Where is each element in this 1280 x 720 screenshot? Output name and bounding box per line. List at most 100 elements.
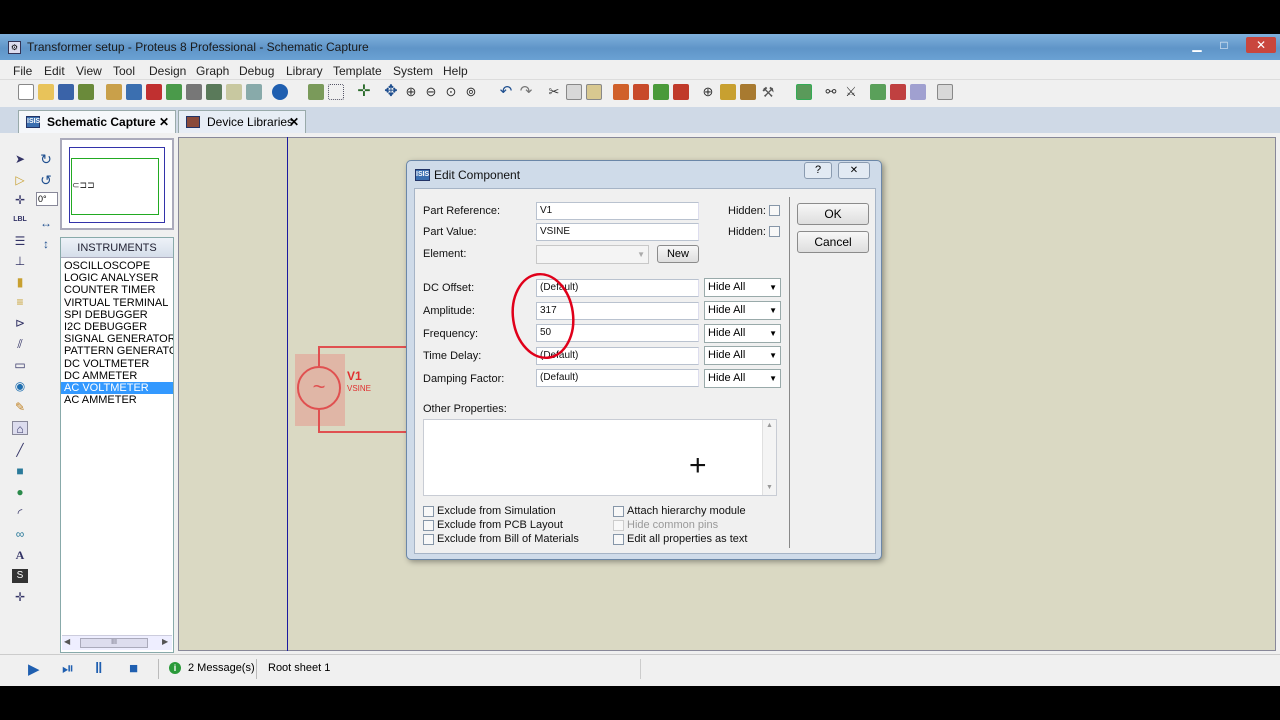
sine-source-icon[interactable]: ~ — [297, 366, 341, 410]
subcircuit-icon[interactable]: ▮ — [12, 275, 28, 289]
make-device-icon[interactable] — [720, 84, 736, 100]
menu-graph[interactable]: Graph — [196, 64, 229, 78]
gerber-icon[interactable] — [166, 84, 182, 100]
hidden-reference-checkbox[interactable] — [769, 205, 780, 216]
pcb-icon[interactable] — [146, 84, 162, 100]
circle-icon[interactable]: ● — [12, 485, 28, 499]
menu-system[interactable]: System — [393, 64, 433, 78]
close-tab-icon[interactable]: ✕ — [289, 115, 299, 129]
list-item[interactable]: VIRTUAL TERMINAL — [61, 297, 173, 309]
frequency-visibility-dropdown[interactable]: Hide All ▼ — [704, 324, 781, 343]
list-item-selected[interactable]: AC VOLTMETER — [61, 381, 173, 395]
scroll-up-icon[interactable]: ▲ — [766, 422, 773, 429]
packaging-icon[interactable] — [740, 84, 756, 100]
bom-icon[interactable] — [206, 84, 222, 100]
home-icon[interactable] — [106, 84, 122, 100]
text-script-icon[interactable]: ☰ — [12, 234, 28, 248]
import-icon[interactable] — [78, 84, 94, 100]
new-sheet-icon[interactable] — [870, 84, 886, 100]
exclude-pcb-checkbox[interactable] — [423, 520, 434, 531]
textarea-scrollbar[interactable]: ▲ ▼ — [762, 420, 776, 495]
time-delay-visibility-dropdown[interactable]: Hide All ▼ — [704, 346, 781, 365]
dc-offset-visibility-dropdown[interactable]: Hide All ▼ — [704, 278, 781, 297]
symbol-icon[interactable]: S — [12, 569, 28, 583]
menu-edit[interactable]: Edit — [44, 64, 65, 78]
tab-schematic-capture[interactable]: ISIS Schematic Capture ✕ — [18, 110, 176, 133]
voltage-probe-icon[interactable]: ✎ — [12, 400, 28, 414]
list-item[interactable]: PATTERN GENERATO — [61, 345, 173, 357]
rotation-angle-field[interactable]: 0° — [36, 192, 58, 206]
block-move-icon[interactable] — [633, 84, 649, 100]
menu-view[interactable]: View — [76, 64, 102, 78]
tab-device-libraries[interactable]: Device Libraries ✕ — [178, 110, 306, 133]
list-item[interactable]: OSCILLOSCOPE — [61, 260, 173, 272]
report-icon[interactable] — [226, 84, 242, 100]
list-item[interactable]: SPI DEBUGGER — [61, 309, 173, 321]
part-reference-field[interactable]: V1 — [536, 202, 699, 220]
exit-parent-icon[interactable] — [910, 84, 926, 100]
minimize-button[interactable]: ▁ — [1184, 37, 1210, 53]
mirror-horizontal-icon[interactable]: ↔ — [38, 216, 54, 230]
source-icon[interactable] — [246, 84, 262, 100]
virtual-instruments-icon[interactable]: ⌂ — [12, 421, 28, 436]
terminals-icon[interactable]: ≡ — [12, 295, 28, 309]
text-icon[interactable]: A — [12, 548, 28, 562]
schematic-icon[interactable] — [126, 84, 142, 100]
help-button[interactable]: ? — [804, 162, 832, 179]
close-window-button[interactable]: ✕ — [1246, 37, 1276, 53]
cancel-button[interactable]: Cancel — [797, 231, 869, 253]
electrical-rule-icon[interactable] — [937, 84, 953, 100]
decompose-icon[interactable]: ⚒ — [760, 84, 776, 100]
wire-autorouter-icon[interactable] — [796, 84, 812, 100]
graph-mode-icon[interactable]: ⫽ — [12, 337, 28, 351]
selection-mode-icon[interactable]: ➤ — [12, 152, 28, 166]
tape-recorder-icon[interactable]: ▭ — [12, 358, 28, 372]
buses-icon[interactable]: ⊥ — [12, 254, 28, 268]
list-item[interactable]: I2C DEBUGGER — [61, 321, 173, 333]
component-mode-icon[interactable]: ▷ — [12, 173, 28, 187]
wire-label-icon[interactable]: LBL — [12, 213, 28, 227]
rotate-anticlockwise-icon[interactable]: ↺ — [38, 173, 54, 187]
block-delete-icon[interactable] — [673, 84, 689, 100]
menu-library[interactable]: Library — [286, 64, 323, 78]
search-tag-icon[interactable]: ⚯ — [823, 84, 839, 100]
help-icon[interactable] — [272, 84, 288, 100]
mirror-vertical-icon[interactable]: ↕ — [38, 237, 54, 251]
menu-file[interactable]: File — [13, 64, 32, 78]
scroll-down-icon[interactable]: ▼ — [766, 484, 773, 491]
hidden-value-checkbox[interactable] — [769, 226, 780, 237]
edit-as-text-checkbox[interactable] — [613, 534, 624, 545]
box-icon[interactable]: ■ — [12, 464, 28, 478]
menu-tool[interactable]: Tool — [113, 64, 135, 78]
grid-icon[interactable] — [328, 84, 344, 100]
zoom-all-icon[interactable]: ⊙ — [443, 84, 459, 100]
pick-device-icon[interactable]: ⊕ — [700, 84, 716, 100]
origin-icon[interactable]: ✛ — [356, 84, 372, 100]
list-item[interactable]: SIGNAL GENERATOR — [61, 333, 173, 345]
scroll-thumb[interactable]: III — [80, 638, 148, 648]
menu-template[interactable]: Template — [333, 64, 382, 78]
attach-hierarchy-checkbox[interactable] — [613, 506, 624, 517]
close-dialog-button[interactable]: ✕ — [838, 162, 870, 179]
rotate-clockwise-icon[interactable]: ↻ — [38, 152, 54, 166]
remove-sheet-icon[interactable] — [890, 84, 906, 100]
copy-icon[interactable] — [566, 84, 582, 100]
list-item[interactable]: DC AMMETER — [61, 370, 173, 382]
damping-factor-visibility-dropdown[interactable]: Hide All ▼ — [704, 369, 781, 388]
part-value-field[interactable]: VSINE — [536, 223, 699, 241]
path-icon[interactable]: ∞ — [12, 527, 28, 541]
undo-icon[interactable]: ↶ — [498, 84, 514, 100]
messages-count[interactable]: 2 Message(s) — [188, 662, 255, 674]
junction-dot-icon[interactable]: ✛ — [12, 193, 28, 207]
3d-icon[interactable] — [186, 84, 202, 100]
paste-icon[interactable] — [586, 84, 602, 100]
pan-icon[interactable]: ✥ — [383, 84, 399, 100]
maximize-button[interactable]: □ — [1211, 37, 1237, 53]
device-pins-icon[interactable]: ⊳ — [12, 316, 28, 330]
pause-icon[interactable]: ‖ — [95, 660, 102, 677]
list-item[interactable]: LOGIC ANALYSER — [61, 272, 173, 284]
amplitude-visibility-dropdown[interactable]: Hide All ▼ — [704, 301, 781, 320]
redo-icon[interactable]: ↷ — [518, 84, 534, 100]
stop-icon[interactable]: ■ — [129, 660, 138, 677]
menu-debug[interactable]: Debug — [239, 64, 274, 78]
